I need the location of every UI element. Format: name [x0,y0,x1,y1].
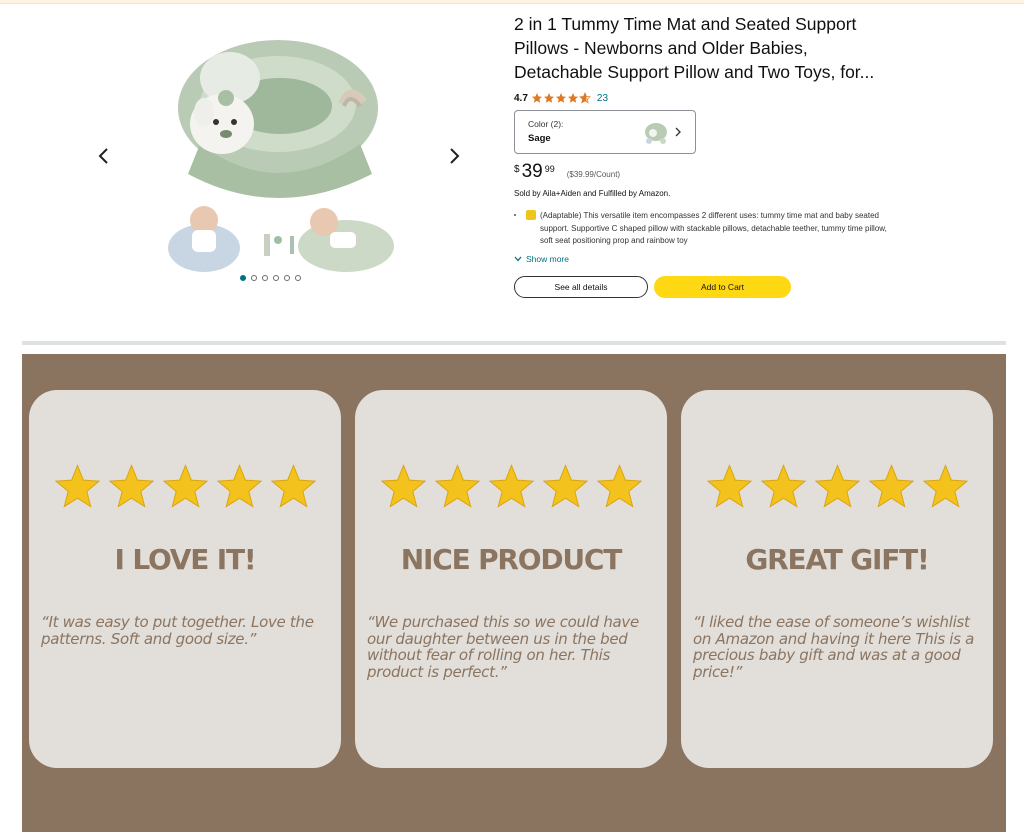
bullet-marker [514,214,516,216]
review-stars [29,463,341,509]
review-quote: “I liked the ease of someone’s wishlist … [693,613,975,681]
show-more-label: Show more [526,254,569,264]
star-icon [542,464,588,508]
feature-bullet-text: (Adaptable) This versatile item encompas… [540,211,887,245]
review-card: I LOVE IT! “It was easy to put together.… [29,390,341,768]
star-icon [488,464,534,508]
color-swatch-thumbnail [645,123,667,144]
gallery-dot[interactable] [295,275,301,281]
buy-box: 2 in 1 Tummy Time Mat and Seated Support… [514,12,894,298]
rating-row: 4.7 23 [514,92,894,104]
gallery-dot[interactable] [284,275,290,281]
star-icon [162,464,208,508]
product-gallery [80,14,480,304]
gallery-next-button[interactable] [442,144,466,168]
price-whole: 39 [521,161,543,182]
star-icon [543,93,554,103]
star-icon [434,464,480,508]
price: $ 39 99 ($39.99/Count) [514,162,894,182]
color-value: Sage [528,133,551,144]
action-buttons: See all details Add to Cart [514,276,894,298]
star-icon [706,464,752,508]
review-heading: NICE PRODUCT [400,543,623,576]
review-card: GREAT GIFT! “I liked the ease of someone… [681,390,993,768]
review-heading: I LOVE IT! [114,543,257,576]
star-icon [922,464,968,508]
star-icon [54,464,100,508]
gallery-dot[interactable] [262,275,268,281]
price-symbol: $ [514,164,520,175]
half-star-icon [579,92,591,104]
product-title[interactable]: 2 in 1 Tummy Time Mat and Seated Support… [514,12,894,84]
rating-value: 4.7 [514,92,528,104]
star-icon [868,464,914,508]
review-card: NICE PRODUCT “We purchased this so we co… [355,390,667,768]
chevron-right-icon [675,127,681,137]
top-banner-strip [0,0,1024,4]
star-icon [596,464,642,508]
rating-stars[interactable] [531,92,591,104]
see-all-details-button[interactable]: See all details [514,276,648,298]
star-icon [555,93,566,103]
review-stars [355,463,667,509]
star-icon [380,464,426,508]
rating-count-link[interactable]: 23 [597,93,608,104]
gallery-dots [240,275,301,281]
add-to-cart-button[interactable]: Add to Cart [654,276,791,298]
chevron-left-icon [98,148,108,164]
color-label: Color (2): [528,119,564,129]
star-icon [216,464,262,508]
gallery-dot[interactable] [273,275,279,281]
feature-bullets: (Adaptable) This versatile item encompas… [514,210,894,250]
color-selector[interactable]: Color (2): Sage [514,110,696,154]
reviews-panel: I LOVE IT! “It was easy to put together.… [22,354,1006,832]
review-stars [681,463,993,509]
review-quote: “We purchased this so we could have our … [367,613,639,681]
gallery-dot[interactable] [240,275,246,281]
star-icon [567,93,578,103]
chevron-right-icon [450,148,460,164]
sold-by-text: Sold by Aila+Aiden and Fulfilled by Amaz… [514,189,671,198]
review-heading: GREAT GIFT! [745,543,929,576]
star-icon [531,93,542,103]
chevron-down-icon [514,256,522,262]
star-icon [108,464,154,508]
review-quote: “It was easy to put together. Love the p… [41,613,314,648]
star-icon [760,464,806,508]
price-per-unit: ($39.99/Count) [566,170,621,179]
show-more-link[interactable]: Show more [514,254,894,264]
gallery-prev-button[interactable] [92,144,116,168]
gallery-dot[interactable] [251,275,257,281]
star-icon [814,464,860,508]
price-fraction: 99 [544,164,555,174]
emoji-icon [526,210,536,220]
star-icon [270,464,316,508]
section-divider [22,341,1006,345]
product-image[interactable] [160,24,396,280]
